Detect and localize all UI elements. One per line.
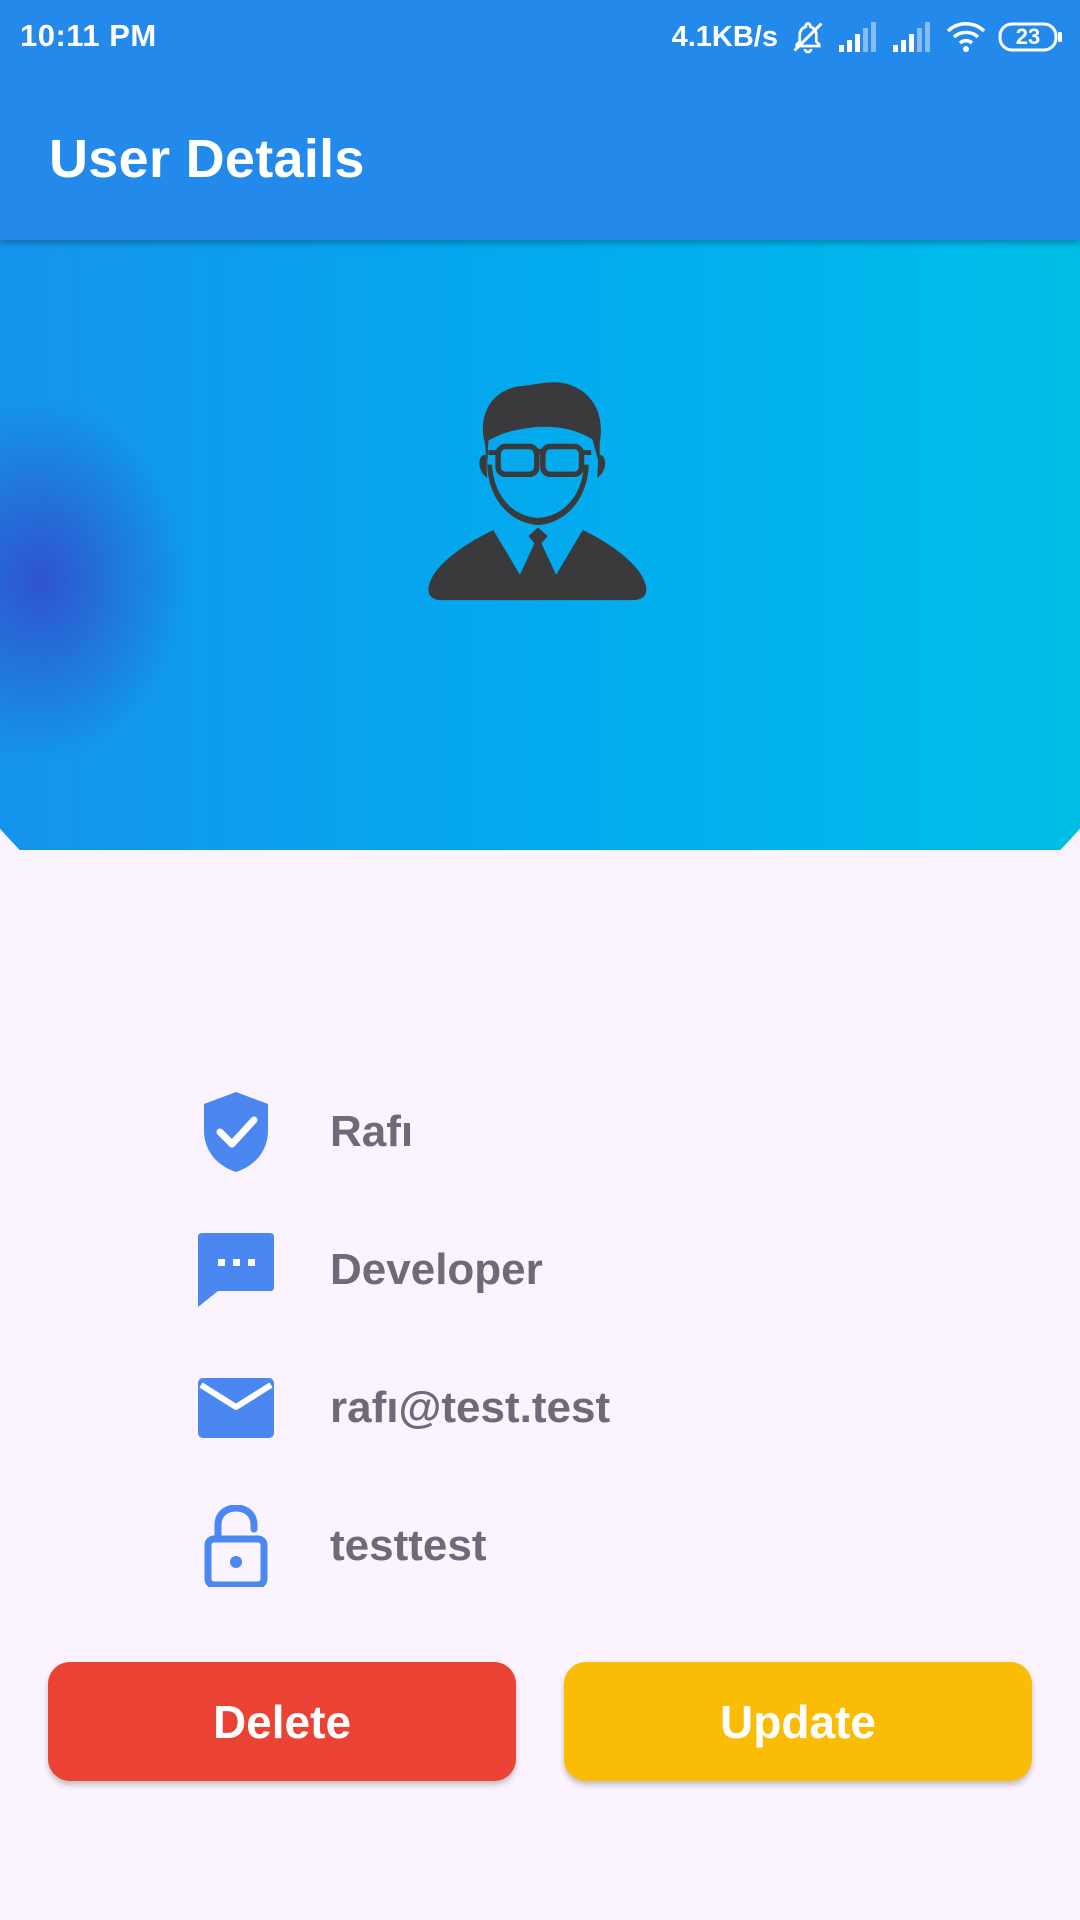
email-row: rafı@test.test <box>190 1358 610 1458</box>
user-role: Developer <box>330 1245 543 1294</box>
app-bar: User Details <box>0 74 1080 240</box>
update-button[interactable]: Update <box>564 1662 1032 1781</box>
signal-icon <box>839 22 876 52</box>
profile-header <box>0 240 1080 850</box>
header-glow <box>0 400 190 760</box>
bell-muted-icon <box>793 22 823 54</box>
name-row: Rafı <box>190 1082 413 1182</box>
status-bar: 10:11 PM 4.1KB/s 23 <box>0 0 1080 74</box>
delete-button[interactable]: Delete <box>48 1662 516 1781</box>
mail-icon <box>190 1362 282 1454</box>
user-name: Rafı <box>330 1107 414 1156</box>
user-email: rafı@test.test <box>330 1383 611 1432</box>
password-row: testtest <box>190 1496 487 1596</box>
chat-bubble-icon <box>190 1224 282 1316</box>
status-time: 10:11 PM <box>20 18 157 53</box>
verified-shield-icon <box>190 1086 282 1178</box>
battery-level: 23 <box>1015 24 1041 49</box>
page-title: User Details <box>49 129 365 189</box>
role-row: Developer <box>190 1220 543 1320</box>
wifi-icon <box>946 22 986 52</box>
lock-open-icon <box>190 1500 282 1592</box>
user-avatar-icon <box>428 382 647 601</box>
battery-icon: 23 <box>998 22 1064 52</box>
signal-icon <box>893 22 930 52</box>
user-password: testtest <box>330 1521 487 1570</box>
network-speed: 4.1KB/s <box>671 20 778 53</box>
status-icons: 4.1KB/s 23 <box>672 16 1064 58</box>
